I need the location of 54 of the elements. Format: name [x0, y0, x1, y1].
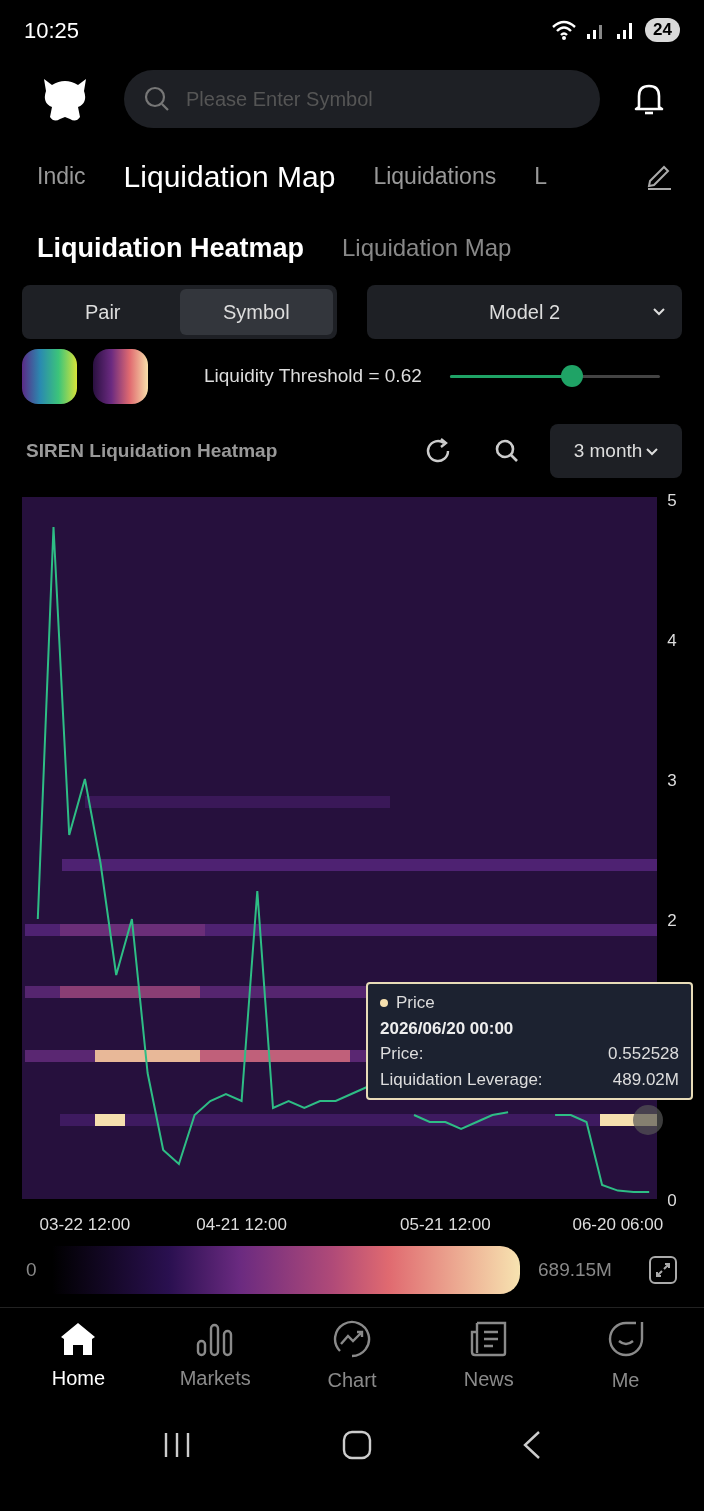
colorscale-swatch[interactable] — [22, 348, 77, 404]
battery-level: 24 — [645, 18, 680, 42]
hover-marker — [633, 1105, 663, 1135]
tooltip-label: Liquidation Leverage: — [380, 1068, 543, 1091]
refresh-icon[interactable] — [424, 437, 452, 465]
y-tick-label: 2 — [667, 911, 677, 930]
back-icon[interactable] — [522, 1429, 542, 1460]
slider-track[interactable] — [449, 365, 660, 387]
tab[interactable]: Indic — [37, 158, 86, 194]
chevron-down-icon — [652, 307, 666, 317]
tooltip-date: 2026/06/20 00:00 — [380, 1017, 515, 1040]
y-tick-label: 4 — [667, 631, 677, 650]
y-tick-label: 5 — [667, 492, 677, 510]
nav-item[interactable]: News — [433, 1320, 544, 1394]
tab[interactable]: Liquidations — [373, 158, 497, 194]
bell-icon[interactable] — [634, 82, 664, 116]
period-dropdown[interactable]: 3 month — [550, 424, 682, 478]
chevron-down-icon — [646, 446, 659, 456]
y-tick-label: 0 — [667, 1191, 677, 1210]
tooltip-value: 489.02M — [612, 1068, 679, 1091]
tab[interactable]: L — [534, 158, 547, 194]
tab[interactable]: Liquidation Map — [342, 230, 512, 266]
tooltip-series: Price — [396, 992, 435, 1014]
trend-circle-icon — [332, 1319, 372, 1359]
tab[interactable]: Liquidation Heatmap — [37, 227, 304, 269]
nav-item[interactable]: Chart — [297, 1319, 407, 1395]
chart-title: SIREN Liquidation Heatmap — [26, 438, 279, 463]
x-tick-label: 04-21 12:00 — [196, 1215, 287, 1234]
x-tick-label: 05-21 12:00 — [400, 1215, 491, 1234]
segment-button[interactable]: Pair — [26, 289, 180, 335]
home-button-icon[interactable] — [342, 1429, 372, 1460]
newspaper-icon — [468, 1320, 509, 1358]
legend-min: 0 — [26, 1257, 38, 1282]
threshold-label: Liquidity Threshold = 0.62 — [204, 363, 422, 388]
search-icon — [144, 86, 170, 112]
x-tick-label: 06-20 06:00 — [572, 1215, 664, 1234]
tab[interactable]: Liquidation Map — [123, 153, 336, 199]
recent-apps-icon[interactable] — [162, 1430, 192, 1459]
model-dropdown[interactable]: Model 2 — [367, 285, 682, 339]
nav-item[interactable]: Me — [570, 1319, 681, 1395]
expand-icon[interactable] — [648, 1255, 678, 1285]
legend-max: 689.15M — [538, 1257, 613, 1282]
colorscale-swatch[interactable] — [93, 348, 148, 404]
tooltip-label: Price: — [380, 1043, 424, 1065]
segment-button[interactable]: Symbol — [179, 289, 333, 335]
x-tick-label: 03-22 12:00 — [39, 1215, 131, 1234]
slider-thumb[interactable] — [560, 365, 583, 387]
tooltip-value: 0.552528 — [608, 1043, 679, 1065]
y-tick-label: 3 — [667, 771, 677, 790]
nav-item[interactable]: Home — [23, 1321, 134, 1393]
status-time: 10:25 — [24, 16, 80, 45]
nav-item[interactable]: Markets — [160, 1321, 271, 1393]
wifi-icon — [551, 19, 578, 41]
search-icon[interactable] — [494, 438, 520, 464]
